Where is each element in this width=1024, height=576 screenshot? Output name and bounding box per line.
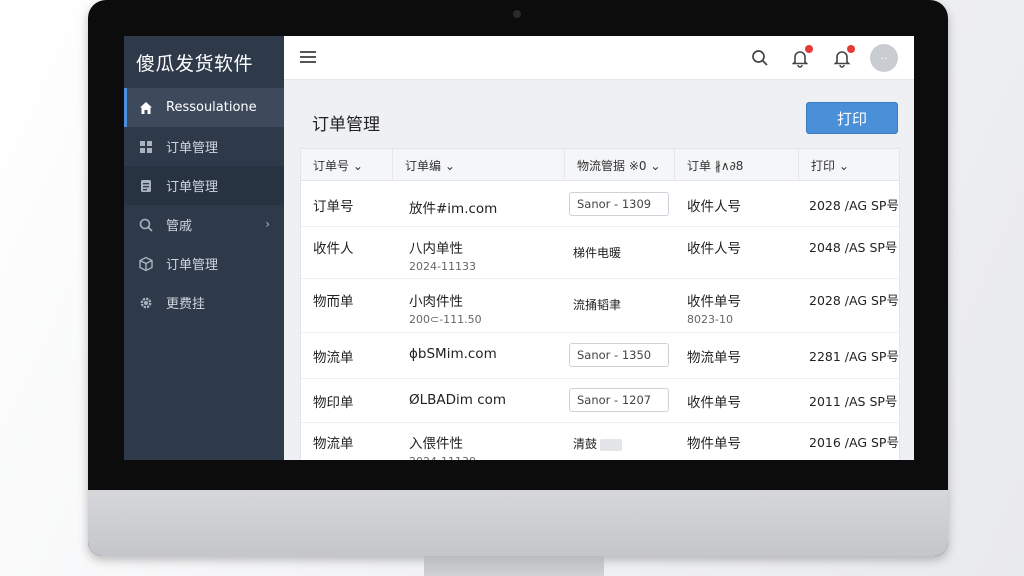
blurred-text	[600, 438, 623, 451]
table-row[interactable]: 物而单 小肉件性 200⊂-111.50 流捅韬聿 收件单号 8023-10 2…	[301, 279, 901, 333]
orders-table: 订单号 ⌄ 订单编 ⌄ 物流管据 ※0 ⌄ 订单 ∦∧∂8 打印 ⌄ 订单号 放…	[300, 148, 901, 460]
cell-order-ref: ØLBADim com	[409, 392, 507, 408]
cell-recipient: 收件单号	[687, 395, 741, 411]
table-row[interactable]: 收件人 八内单性 2024-11133 梯件电暖 收件人号 2048 /AS S…	[301, 227, 901, 279]
gear-icon	[138, 295, 154, 311]
notification-dot	[847, 45, 855, 53]
cell-print: 2011 /AS SP号	[809, 394, 898, 409]
cell-sub: 8023-10	[687, 313, 733, 326]
app-title: 傻瓜发货软件	[136, 52, 254, 75]
cell-order-no: 物流单	[313, 436, 354, 452]
home-icon	[138, 100, 154, 116]
bell-icon[interactable]	[832, 45, 855, 68]
document-icon	[138, 178, 154, 194]
notification-dot	[805, 45, 813, 53]
sidebar-item-orders-3[interactable]: 订单管理	[124, 244, 284, 283]
bell-icon[interactable]	[790, 45, 813, 68]
table-row[interactable]: 物流单 入偎件性 2024-11130 清鼓 物件单号 2016 /AG SP号	[301, 423, 901, 460]
sidebar-item-label: 订单管理	[166, 180, 219, 195]
sidebar-item-label: 更费挂	[166, 297, 206, 312]
hamburger-icon[interactable]	[300, 51, 316, 65]
cell-date: 2024-11130	[409, 455, 476, 460]
cell-print: 2028 /AG SP号	[809, 198, 899, 213]
sidebar-item-label: 管戚	[166, 219, 193, 234]
monitor-chin	[88, 490, 948, 556]
sidebar-item-orders-2[interactable]: 订单管理	[124, 166, 284, 205]
cell-tracking: 梯件电暖	[573, 246, 622, 260]
cell-recipient: 收件单号 8023-10	[687, 294, 741, 326]
tracking-input[interactable]: Sanor - 1309	[569, 192, 669, 216]
cell-recipient: 收件人号	[687, 241, 741, 257]
column-header[interactable]: 物流管据 ※0 ⌄	[565, 149, 675, 181]
cell-order-ref: 放件#im.com	[409, 201, 498, 217]
sidebar-item-settings[interactable]: 更费挂	[124, 283, 284, 322]
camera-icon	[513, 10, 521, 18]
avatar[interactable]: ··	[870, 44, 898, 72]
app-screen: 傻瓜发货软件 Ressoulatione 订单管理 订单管理 管戚 › 订单管理…	[124, 36, 914, 460]
cell-recipient: 收件人号	[687, 199, 741, 215]
table-row[interactable]: 订单号 放件#im.com Sanor - 1309 收件人号 2028 /AG…	[301, 182, 901, 227]
box-icon	[138, 256, 154, 272]
cell-print: 2016 /AG SP号	[809, 435, 899, 450]
column-header[interactable]: 订单编 ⌄	[393, 149, 565, 181]
grid-icon	[138, 139, 154, 155]
sidebar-item-label: 订单管理	[166, 141, 219, 156]
column-header[interactable]: 订单 ∦∧∂8	[675, 149, 799, 181]
cell-print: 2028 /AG SP号	[809, 293, 899, 308]
cell-print: 2048 /AS SP号	[809, 240, 898, 255]
cell-order-no: 订单号	[313, 199, 354, 215]
tracking-input[interactable]: Sanor - 1350	[569, 343, 669, 367]
cell-order-no: 物印单	[313, 395, 354, 411]
column-header[interactable]: 订单号 ⌄	[301, 149, 393, 181]
cell-recipient: 物件单号	[687, 436, 741, 452]
cell-order-ref: 入偎件性 2024-11130	[409, 432, 476, 460]
cell-order-no: 物而单	[313, 294, 354, 310]
cell-order-ref: 八内单性 2024-11133	[409, 241, 476, 273]
cell-tracking: 清鼓	[573, 435, 623, 452]
sidebar-item-manage[interactable]: 管戚 ›	[124, 205, 284, 244]
cell-order-ref: ɸbSMim.com	[409, 346, 497, 362]
cell-order-ref: 小肉件性 200⊂-111.50	[409, 294, 482, 326]
table-row[interactable]: 物印单 ØLBADim com Sanor - 1207 收件单号 2011 /…	[301, 379, 901, 423]
sidebar-item-label: Ressoulatione	[166, 100, 257, 115]
cell-order-no: 物流单	[313, 350, 354, 366]
cell-order-no: 收件人	[313, 241, 354, 257]
page-title: 订单管理	[312, 115, 380, 135]
sidebar: 傻瓜发货软件 Ressoulatione 订单管理 订单管理 管戚 › 订单管理…	[124, 36, 284, 460]
cell-date: 200⊂-111.50	[409, 313, 482, 326]
cell-print: 2281 /AG SP号	[809, 349, 899, 364]
main-content: 订单管理 打印 订单号 ⌄ 订单编 ⌄ 物流管据 ※0 ⌄ 订单 ∦∧∂8 打印…	[284, 80, 914, 460]
search-icon[interactable]	[750, 48, 770, 68]
cell-tracking: 流捅韬聿	[573, 298, 622, 312]
sidebar-item-orders[interactable]: 订单管理	[124, 127, 284, 166]
print-button[interactable]: 打印	[806, 102, 898, 134]
tracking-input[interactable]: Sanor - 1207	[569, 388, 669, 412]
column-header[interactable]: 打印 ⌄	[799, 149, 901, 181]
monitor-stand	[424, 556, 604, 576]
table-header: 订单号 ⌄ 订单编 ⌄ 物流管据 ※0 ⌄ 订单 ∦∧∂8 打印 ⌄	[301, 149, 899, 181]
table-row[interactable]: 物流单 ɸbSMim.com Sanor - 1350 物流单号 2281 /A…	[301, 333, 901, 379]
topbar: ··	[284, 36, 914, 80]
cell-date: 2024-11133	[409, 260, 476, 273]
chevron-right-icon[interactable]: ›	[265, 217, 270, 231]
cell-recipient: 物流单号	[687, 350, 741, 366]
search-icon	[138, 217, 154, 233]
sidebar-item-home[interactable]: Ressoulatione	[124, 88, 284, 127]
sidebar-item-label: 订单管理	[166, 258, 219, 273]
